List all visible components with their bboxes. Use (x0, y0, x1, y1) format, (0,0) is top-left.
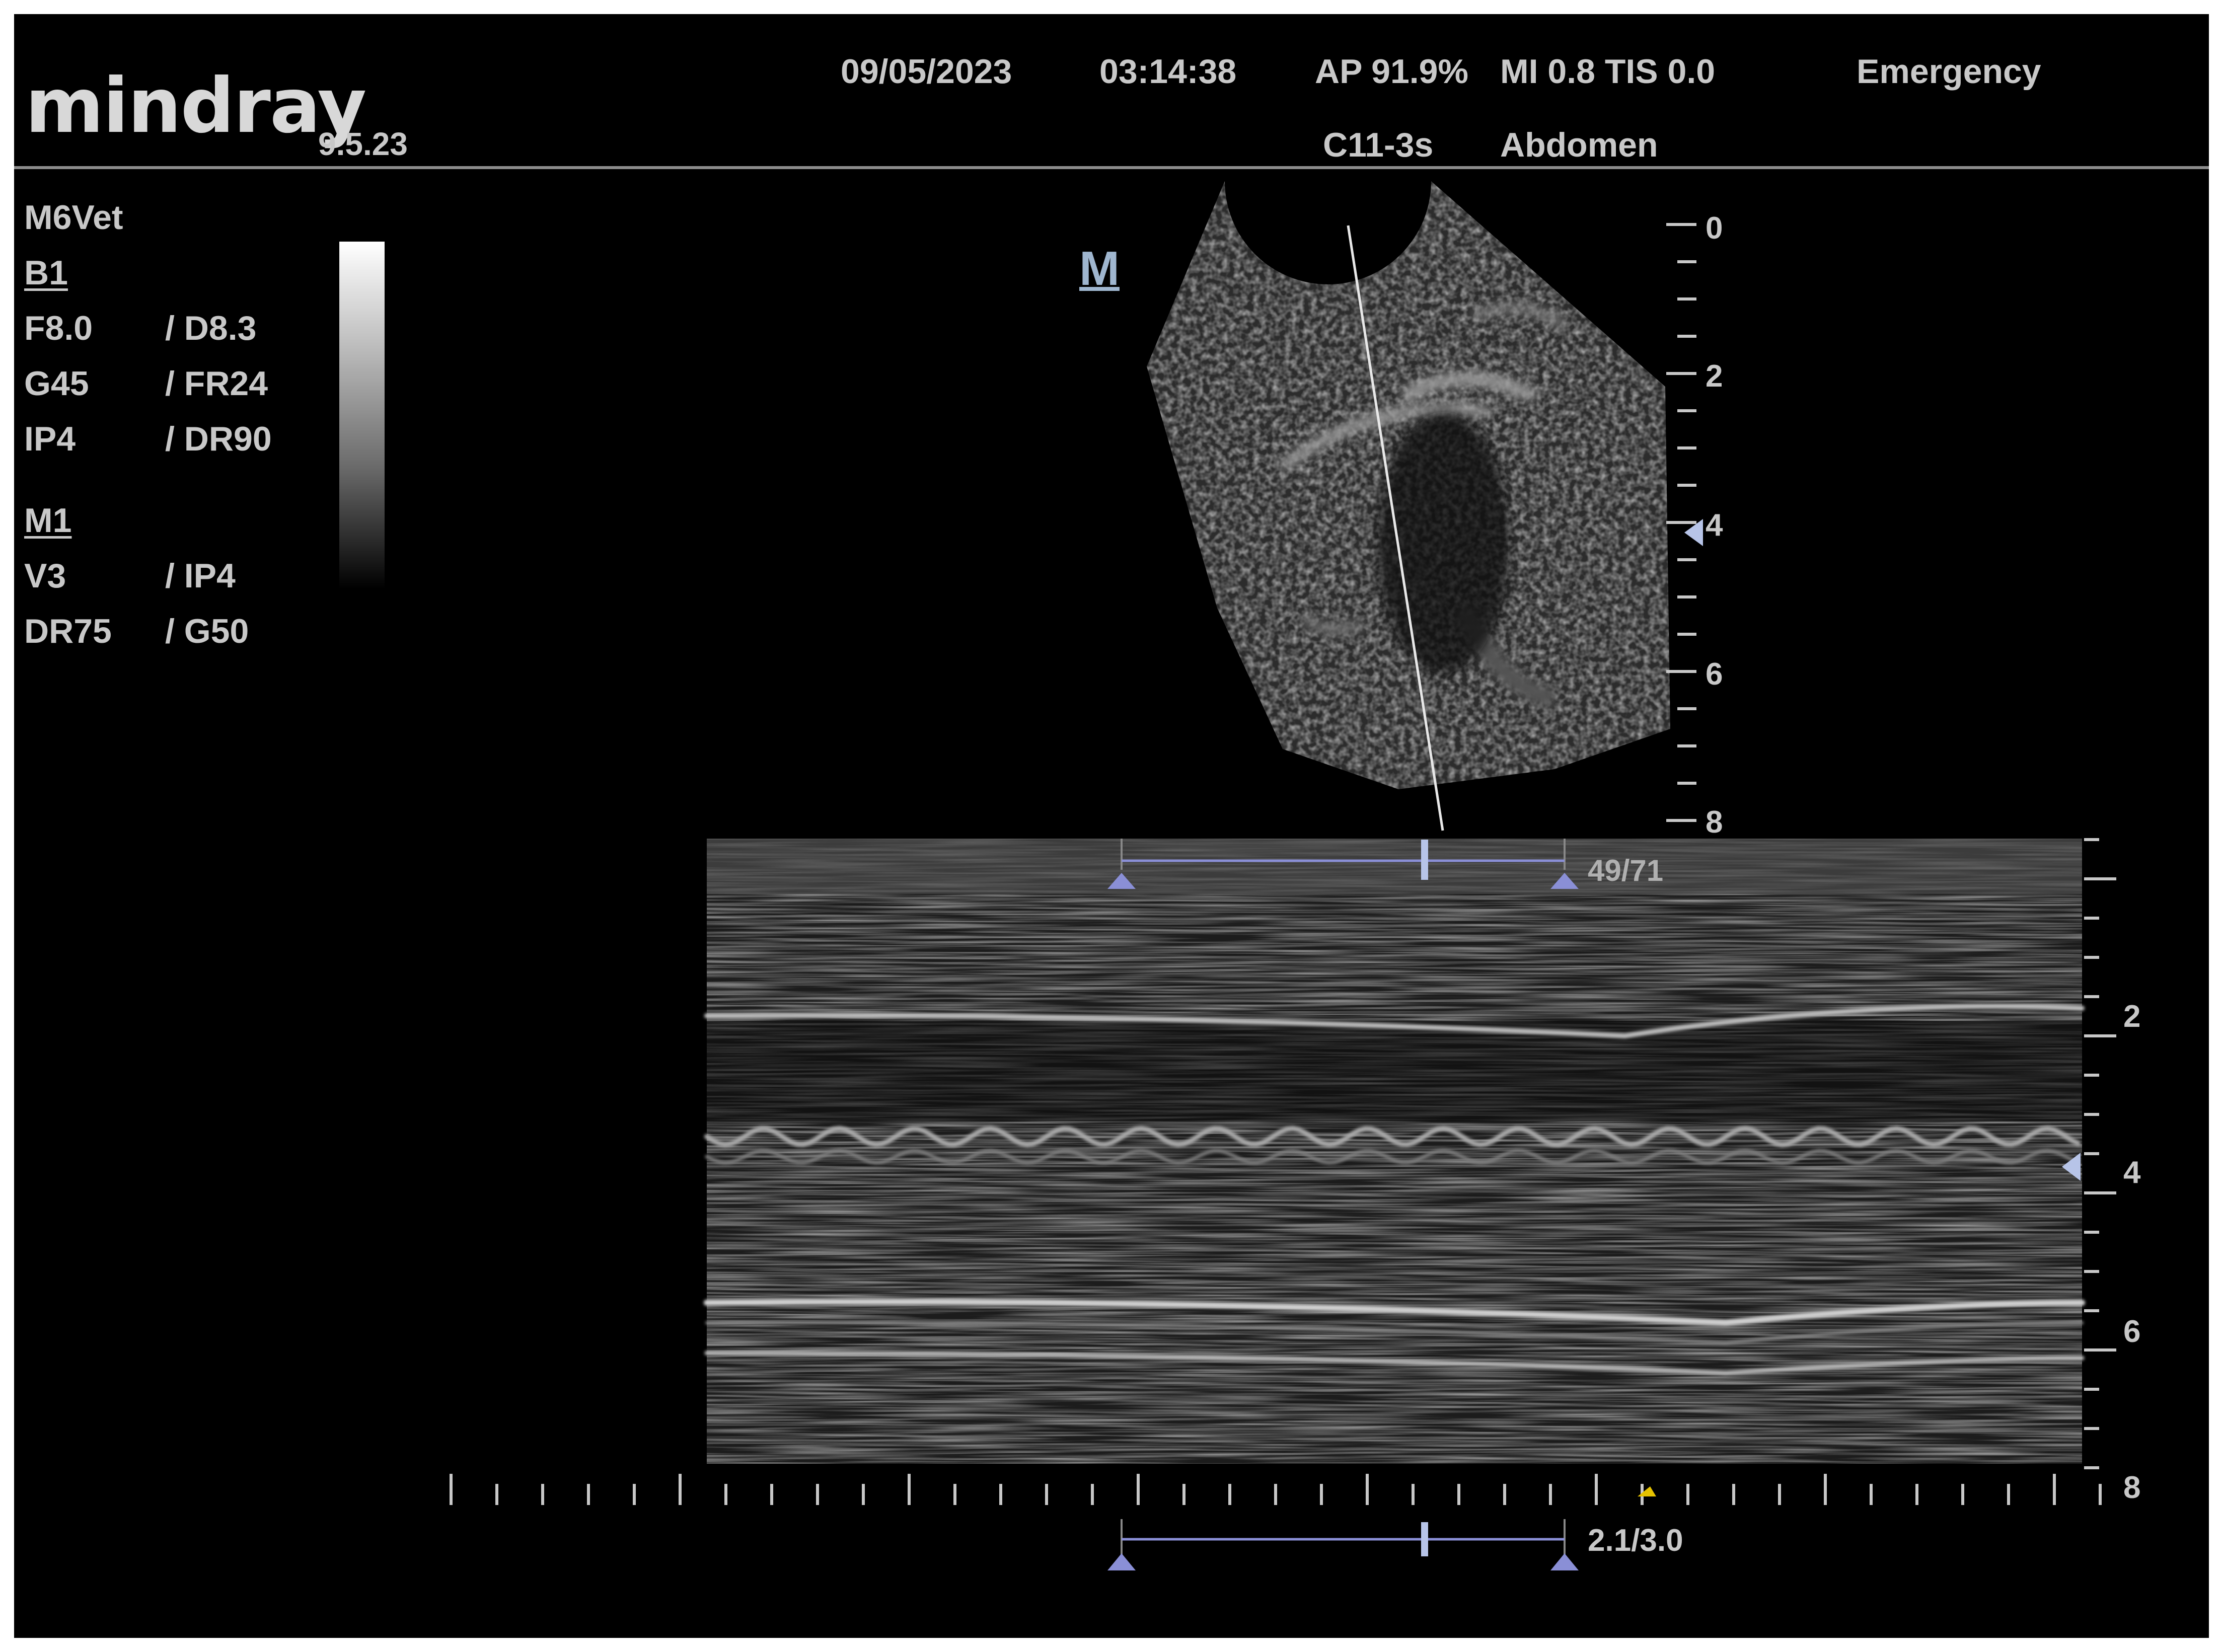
ultrasound-monitor: mindray 9.5.23 09/05/2023 03:14:38 AP 91… (14, 14, 2209, 1638)
m-depth-scale (2084, 838, 2116, 1469)
measurement-bottom: 2.1/3.0 (1588, 1523, 1683, 1558)
m-depth-label: 8 (2123, 1470, 2141, 1505)
m-depth-label: 6 (2123, 1314, 2141, 1349)
m-depth-label: 4 (2123, 1155, 2141, 1190)
ultrasound-screen: mindray 9.5.23 09/05/2023 03:14:38 AP 91… (0, 0, 2223, 1652)
m-mode-image (450, 519, 2116, 1570)
caliper-end-handle[interactable] (1550, 1553, 1579, 1570)
caliper-start-handle[interactable] (1107, 1553, 1136, 1570)
focus-marker-icon (1684, 519, 1703, 546)
cursor-marker (1638, 1486, 1656, 1496)
time-scale (450, 1474, 2102, 1505)
m-depth-label: 2 (2123, 999, 2141, 1034)
bottom-caliper[interactable] (1107, 1519, 1579, 1570)
measurement-top: 49/71 (1588, 854, 1664, 887)
